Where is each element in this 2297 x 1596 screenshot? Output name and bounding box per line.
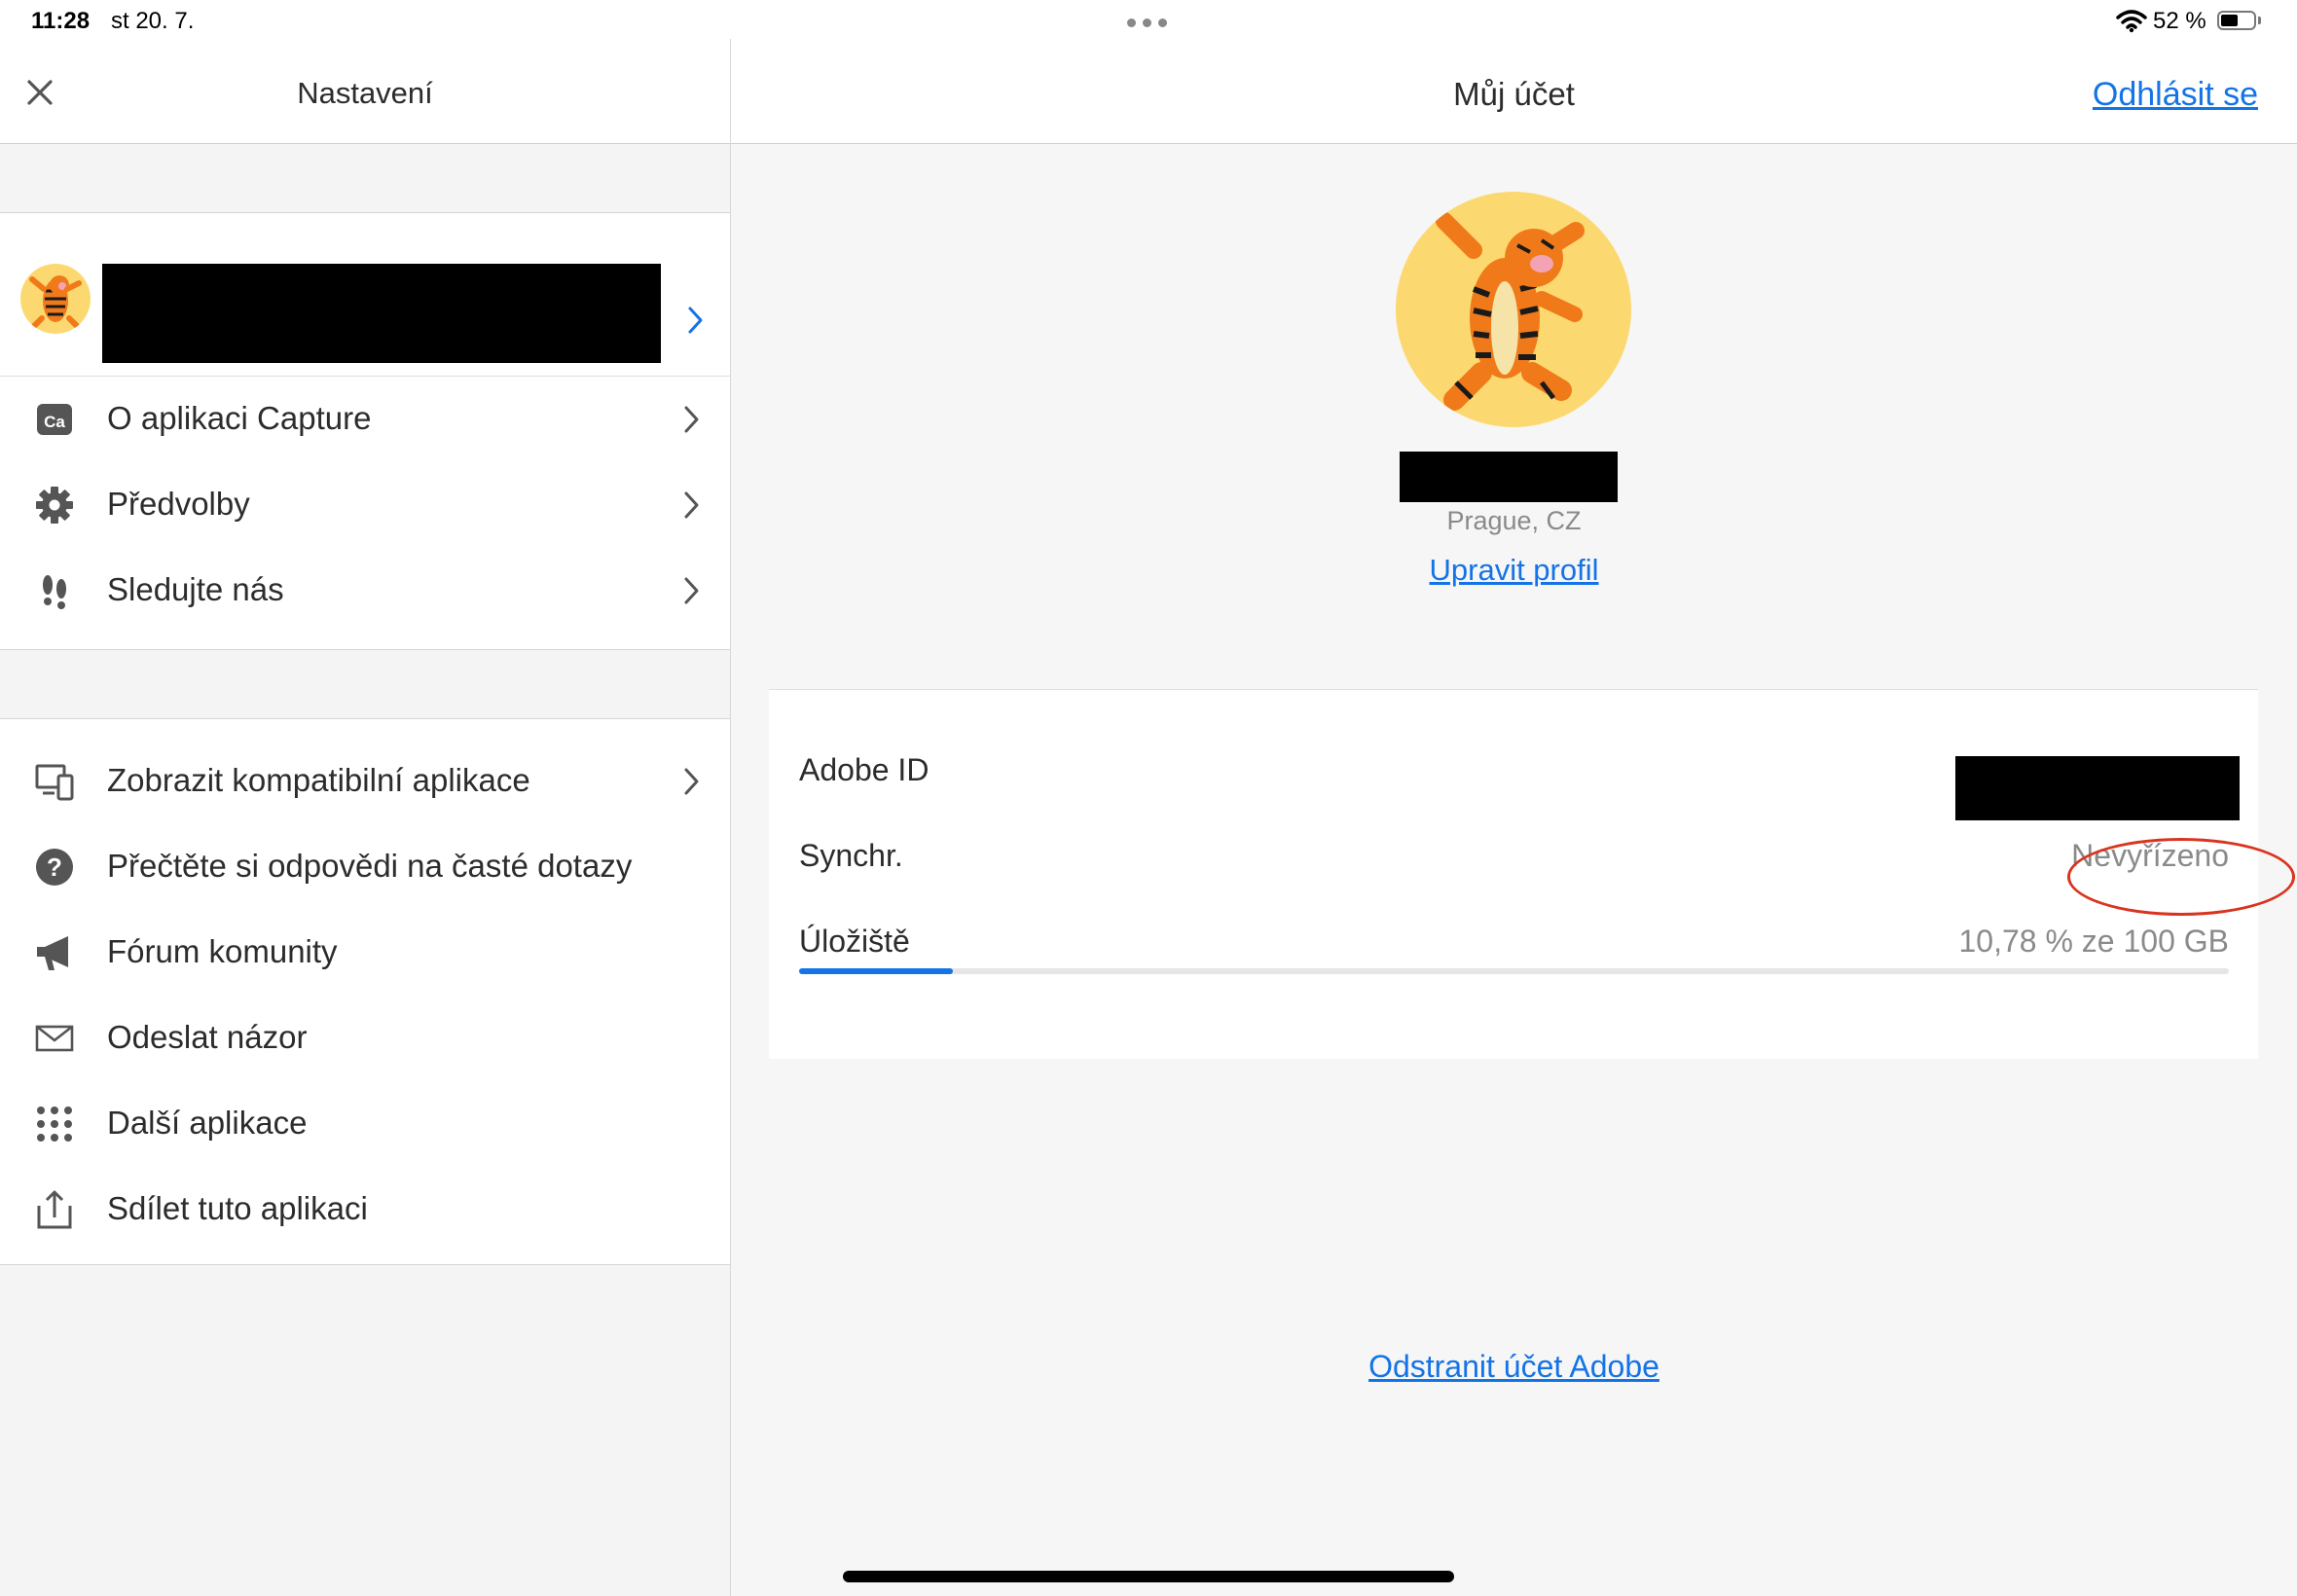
chevron-right-icon: [684, 406, 699, 433]
sync-label: Synchr.: [799, 838, 903, 873]
battery-percent: 52 %: [2153, 8, 2206, 34]
mail-icon: [35, 1025, 74, 1052]
account-info-card: Adobe ID Synchr. Nevyřízeno Úložiště 10,…: [769, 689, 2295, 1059]
profile-location: Prague, CZ: [1446, 506, 1582, 535]
username-redacted: [1400, 452, 1618, 502]
settings-item-label: Sledujte nás: [107, 571, 284, 607]
settings-item-compatible-apps[interactable]: Zobrazit kompatibilní aplikace: [0, 739, 730, 824]
settings-group-support: Zobrazit kompatibilní aplikace ? Přečtět…: [0, 718, 730, 1265]
chevron-right-icon: [684, 768, 699, 795]
adobe-id-label: Adobe ID: [799, 752, 930, 787]
battery-tip: [2258, 17, 2261, 24]
edit-profile-row: Upravit profil: [731, 553, 2297, 588]
svg-text:?: ?: [47, 852, 62, 882]
avatar: [20, 264, 91, 334]
settings-item-label: Předvolby: [107, 486, 250, 522]
megaphone-icon: [37, 936, 68, 970]
settings-title: Nastavení: [297, 76, 433, 110]
wifi-icon: [2116, 10, 2147, 33]
settings-panel: Nastavení Ca O aplikaci Capture Předvolb…: [0, 39, 731, 1596]
devices-icon: [35, 764, 74, 801]
delete-account-row: Odstranit účet Adobe: [731, 1349, 2297, 1385]
status-date: st 20. 7.: [111, 8, 195, 34]
home-indicator[interactable]: [843, 1571, 1454, 1582]
grid-icon: [37, 1106, 72, 1142]
storage-label: Úložiště: [799, 924, 910, 959]
account-title: Můj účet: [1453, 76, 1575, 112]
gear-icon: [36, 487, 73, 524]
status-bar: 11:28 st 20. 7. 52 %: [0, 0, 2297, 39]
storage-value: 10,78 % ze 100 GB: [1958, 924, 2229, 959]
logout-link[interactable]: Odhlásit se: [2093, 76, 2258, 114]
settings-item-community-forum[interactable]: Fórum komunity: [0, 910, 730, 996]
profile-row[interactable]: [0, 213, 730, 377]
settings-item-label: Odeslat názor: [107, 1019, 308, 1055]
storage-progress-bar: [799, 968, 2229, 974]
status-time: 11:28: [31, 8, 91, 34]
svg-text:Ca: Ca: [44, 413, 65, 431]
account-panel: Můj účet Odhlásit se Prague, CZ Upravit …: [731, 39, 2297, 1596]
settings-item-send-feedback[interactable]: Odeslat názor: [0, 996, 730, 1081]
settings-group-main: Ca O aplikaci Capture Předvolby Sledujte…: [0, 212, 730, 650]
settings-item-preferences[interactable]: Předvolby: [0, 462, 730, 548]
multitask-dots-icon[interactable]: [1127, 18, 1170, 28]
sync-row: Synchr. Nevyřízeno: [769, 815, 2258, 900]
settings-item-share-app[interactable]: Sdílet tuto aplikaci: [0, 1167, 730, 1252]
battery-icon: [2217, 11, 2256, 30]
settings-item-more-apps[interactable]: Další aplikace: [0, 1081, 730, 1167]
settings-header: Nastavení: [0, 39, 730, 144]
profile-avatar: [1396, 192, 1631, 427]
settings-item-label: Zobrazit kompatibilní aplikace: [107, 762, 530, 798]
settings-item-label: Další aplikace: [107, 1105, 308, 1141]
footprints-icon: [43, 575, 66, 609]
chevron-right-icon: [684, 491, 699, 519]
settings-item-label: Fórum komunity: [107, 933, 338, 969]
settings-item-label: Přečtěte si odpovědi na časté dotazy: [107, 848, 633, 884]
settings-item-label: Sdílet tuto aplikaci: [107, 1190, 368, 1226]
capture-app-icon: Ca: [37, 404, 72, 435]
share-icon: [37, 1190, 72, 1229]
edit-profile-link[interactable]: Upravit profil: [1430, 553, 1599, 587]
chevron-right-icon: [684, 577, 699, 604]
adobe-id-value-redacted: [1955, 756, 2240, 820]
settings-item-label: O aplikaci Capture: [107, 400, 372, 436]
delete-account-link[interactable]: Odstranit účet Adobe: [1368, 1349, 1659, 1384]
storage-progress-fill: [799, 968, 954, 974]
settings-item-about-capture[interactable]: Ca O aplikaci Capture: [0, 377, 730, 462]
account-header: Můj účet Odhlásit se: [731, 39, 2297, 144]
settings-item-faq[interactable]: ? Přečtěte si odpovědi na časté dotazy: [0, 824, 730, 910]
settings-item-follow-us[interactable]: Sledujte nás: [0, 548, 730, 634]
help-icon: ?: [36, 849, 73, 886]
chevron-right-icon: [688, 307, 703, 334]
profile-name-redacted: [102, 264, 661, 363]
